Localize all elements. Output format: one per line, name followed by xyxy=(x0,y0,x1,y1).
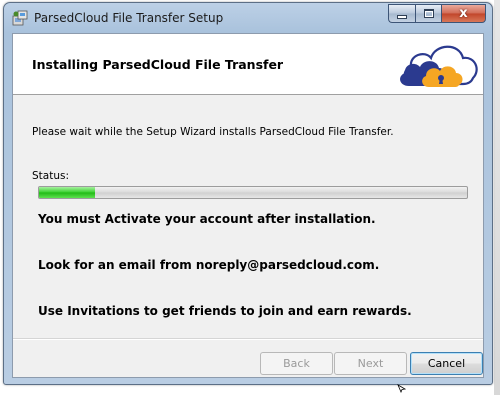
email-message: Look for an email from noreply@parsedclo… xyxy=(38,258,380,272)
maximize-icon xyxy=(423,9,434,18)
close-button[interactable]: x xyxy=(442,4,486,23)
maximize-button[interactable] xyxy=(415,4,442,23)
wizard-banner: Installing ParsedCloud File Transfer xyxy=(13,34,483,95)
back-button[interactable]: Back xyxy=(260,352,333,375)
setup-window: ParsedCloud File Transfer Setup x Instal… xyxy=(3,2,493,385)
mouse-cursor-icon xyxy=(397,384,406,393)
desktop-background xyxy=(494,0,500,395)
cancel-button[interactable]: Cancel xyxy=(410,352,483,375)
progress-fill xyxy=(39,187,95,198)
minimize-button[interactable] xyxy=(388,4,415,23)
install-progress-bar xyxy=(38,186,468,199)
minimize-icon xyxy=(397,14,407,19)
page-title: Installing ParsedCloud File Transfer xyxy=(32,57,284,72)
title-bar[interactable]: ParsedCloud File Transfer Setup x xyxy=(4,3,492,33)
cloud-lock-icon xyxy=(400,45,478,87)
invitations-message: Use Invitations to get friends to join a… xyxy=(38,304,412,318)
next-button[interactable]: Next xyxy=(334,352,407,375)
installer-icon xyxy=(12,10,28,26)
close-icon: x xyxy=(459,6,468,21)
activation-message: You must Activate your account after ins… xyxy=(38,212,376,226)
wizard-body: Installing ParsedCloud File Transfer Ple… xyxy=(12,33,484,378)
window-title: ParsedCloud File Transfer Setup xyxy=(34,11,224,25)
status-label: Status: xyxy=(32,170,69,182)
footer-divider xyxy=(13,338,483,340)
wizard-description: Please wait while the Setup Wizard insta… xyxy=(32,126,394,138)
